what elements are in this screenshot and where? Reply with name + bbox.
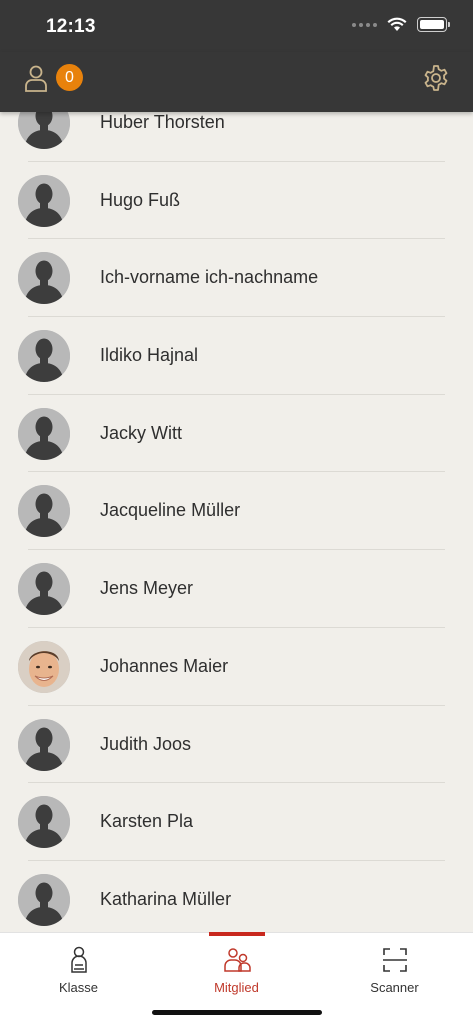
list-item[interactable]: Ich-vorname ich-nachname (0, 239, 473, 318)
list-item[interactable]: Huber Thorsten (0, 112, 473, 162)
status-icons (352, 17, 450, 32)
avatar-placeholder-icon (18, 563, 70, 616)
tab-scanner[interactable]: Scanner (316, 933, 473, 1003)
list-item[interactable]: Johannes Maier (0, 628, 473, 706)
list-item[interactable]: Jacky Witt (0, 395, 473, 473)
list-item[interactable]: Katharina Müller (0, 861, 473, 932)
avatar-placeholder-icon (18, 407, 70, 460)
home-indicator[interactable] (152, 1010, 322, 1015)
member-name: Hugo Fuß (100, 189, 181, 210)
status-time: 12:13 (46, 16, 96, 37)
member-name: Huber Thorsten (100, 112, 225, 132)
avatar-placeholder-icon (18, 718, 70, 771)
list-item[interactable]: Hugo Fuß (0, 162, 473, 240)
gear-icon[interactable] (421, 63, 451, 93)
member-name: Jacqueline Müller (100, 500, 241, 521)
member-photo-avatar (18, 640, 70, 693)
member-name: Jens Meyer (100, 578, 194, 599)
user-icon[interactable] (24, 64, 48, 92)
member-name: Karsten Pla (100, 811, 194, 832)
avatar-placeholder-icon (18, 252, 70, 305)
avatar-placeholder-icon (18, 330, 70, 383)
list-item[interactable]: Karsten Pla (0, 783, 473, 861)
avatar-placeholder-icon (18, 796, 70, 849)
member-name: Katharina Müller (100, 888, 232, 909)
avatar-placeholder-icon (18, 873, 70, 926)
member-name: Judith Joos (100, 733, 192, 754)
people-icon (223, 948, 251, 972)
avatar-placeholder-icon (18, 174, 70, 227)
tab-label: Mitglied (214, 980, 259, 995)
wifi-icon (387, 17, 407, 31)
nav-bar: 0 (0, 52, 473, 112)
avatar-placeholder-icon (18, 112, 70, 149)
cellular-icon (352, 22, 377, 27)
member-name: Jacky Witt (100, 422, 183, 443)
tab-label: Scanner (370, 980, 419, 995)
scanner-icon (382, 948, 407, 972)
member-name: Ildiko Hajnal (100, 345, 199, 366)
person-icon (70, 946, 87, 973)
member-name: Ich-vorname ich-nachname (100, 267, 319, 288)
list-item[interactable]: Jens Meyer (0, 550, 473, 628)
tab-klasse[interactable]: Klasse (0, 933, 157, 1003)
notification-badge[interactable]: 0 (56, 64, 83, 91)
list-item[interactable]: Jacqueline Müller (0, 472, 473, 551)
member-list[interactable]: Huber Thorsten Hugo Fuß Ich-vorname ich-na… (0, 112, 473, 932)
battery-icon (417, 17, 450, 32)
list-item[interactable]: Judith Joos (0, 706, 473, 784)
tab-mitglied[interactable]: Mitglied (158, 933, 315, 1003)
list-item[interactable]: Ildiko Hajnal (0, 317, 473, 395)
tab-label: Klasse (58, 980, 99, 995)
avatar-placeholder-icon (18, 485, 70, 538)
member-name: Johannes Maier (100, 655, 229, 676)
status-bar: 12:13 (0, 0, 473, 52)
